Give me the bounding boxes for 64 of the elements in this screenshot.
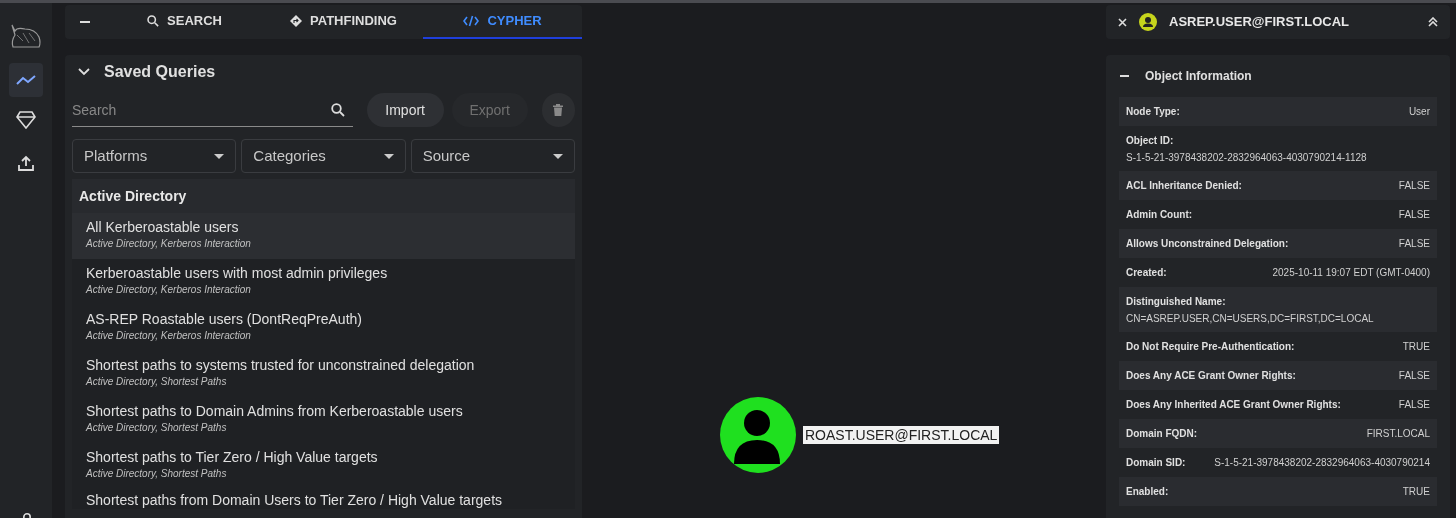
search-icon [147, 15, 160, 27]
property-value: User [1408, 105, 1430, 119]
query-item[interactable]: Shortest paths from Domain Users to Tier Zero / High Value targets [72, 489, 575, 509]
delete-button[interactable] [541, 93, 575, 127]
panel-title: ASREP.USER@FIRST.LOCAL [1169, 13, 1350, 32]
group-heading: Active Directory [72, 179, 575, 213]
property-value: TRUE [1402, 485, 1430, 499]
property-label: Domain SID: [1126, 456, 1186, 470]
trash-icon [553, 104, 564, 116]
filter-dropdown[interactable]: Platforms [72, 139, 237, 173]
double-chevron-up-icon[interactable] [1428, 17, 1438, 27]
property-value: 2025-10-11 19:07 EDT (GMT-0400) [1272, 266, 1430, 280]
property-label: Domain FQDN: [1126, 427, 1198, 441]
query-item[interactable]: Kerberoastable users with most admin privileges Active Directory, Kerberos Interaction [72, 259, 575, 305]
user-node-icon[interactable] [719, 396, 797, 474]
filter-dropdown[interactable]: Categories [241, 139, 406, 173]
action-button[interactable]: Import [366, 93, 444, 127]
tab[interactable]: PATHFINDING [264, 5, 423, 39]
property-value: FALSE [1398, 398, 1430, 412]
property-value: FALSE [1398, 208, 1430, 222]
property-label: Created: [1126, 266, 1167, 280]
property-value: FALSE [1398, 179, 1430, 193]
property-label: Does Any ACE Grant Owner Rights: [1126, 369, 1296, 383]
upload-icon[interactable] [18, 155, 34, 171]
property-label: ACL Inheritance Denied: [1126, 179, 1242, 193]
caret-icon [553, 153, 563, 159]
query-item[interactable]: Shortest paths to Domain Admins from Kerberoastable users Active Directory, Shortest Paths [72, 397, 575, 443]
property-label: Does Any Inherited ACE Grant Owner Rights: [1126, 398, 1341, 412]
graph-nav-button[interactable] [9, 63, 43, 97]
query-item[interactable]: All Kerberoastable users Active Directory, Kerberos Interaction [72, 213, 575, 259]
property-value: S-1-5-21-3978438202-2832964063-4030790214-1128 [1126, 150, 1368, 165]
node-label: ROAST.USER@FIRST.LOCAL [803, 426, 1000, 444]
close-icon[interactable] [1118, 17, 1127, 27]
section-title: Saved Queries [104, 62, 216, 82]
property-value: FALSE [1398, 237, 1430, 251]
minus-icon [80, 21, 90, 23]
property-label: Object ID: [1126, 133, 1175, 148]
direction-sign-icon [290, 15, 303, 27]
property-value: FALSE [1398, 369, 1430, 383]
diamond-icon[interactable] [16, 111, 36, 129]
property-value: S-1-5-21-3978438202-2832964063-4030790214 [1214, 456, 1430, 470]
caret-icon [383, 153, 394, 159]
tab[interactable]: CYPHER [423, 5, 582, 39]
property-label: Admin Count: [1126, 208, 1193, 222]
query-item[interactable]: AS-REP Roastable users (DontReqPreAuth) Active Directory, Kerberos Interaction [72, 305, 575, 351]
search-icon [330, 103, 345, 117]
search-field[interactable]: Search [72, 93, 353, 127]
query-item[interactable]: Shortest paths to Tier Zero / High Value targets Active Directory, Shortest Paths [72, 443, 575, 489]
chevron-down-icon[interactable] [78, 68, 90, 76]
filter-dropdown[interactable]: Source [410, 139, 575, 173]
section-title: Object Information [1145, 68, 1252, 85]
code-icon [463, 15, 480, 27]
property-value: FIRST.LOCAL [1366, 427, 1430, 441]
property-label: Enabled: [1126, 485, 1169, 499]
trend-line-icon [16, 74, 36, 86]
tab[interactable]: SEARCH [105, 5, 264, 39]
property-value: CN=ASREP.USER,CN=USERS,DC=FIRST,DC=LOCAL [1126, 311, 1375, 326]
property-value: TRUE [1402, 340, 1430, 354]
caret-icon [214, 153, 225, 159]
property-label: Node Type: [1126, 105, 1180, 119]
property-label: Do Not Require Pre-Authentication: [1126, 340, 1295, 354]
property-label: Allows Unconstrained Delegation: [1126, 237, 1289, 251]
query-item[interactable]: Shortest paths to systems trusted for unconstrained delegation Active Directory, Shortest Paths [72, 351, 575, 397]
property-label: Distinguished Name: [1126, 294, 1227, 309]
